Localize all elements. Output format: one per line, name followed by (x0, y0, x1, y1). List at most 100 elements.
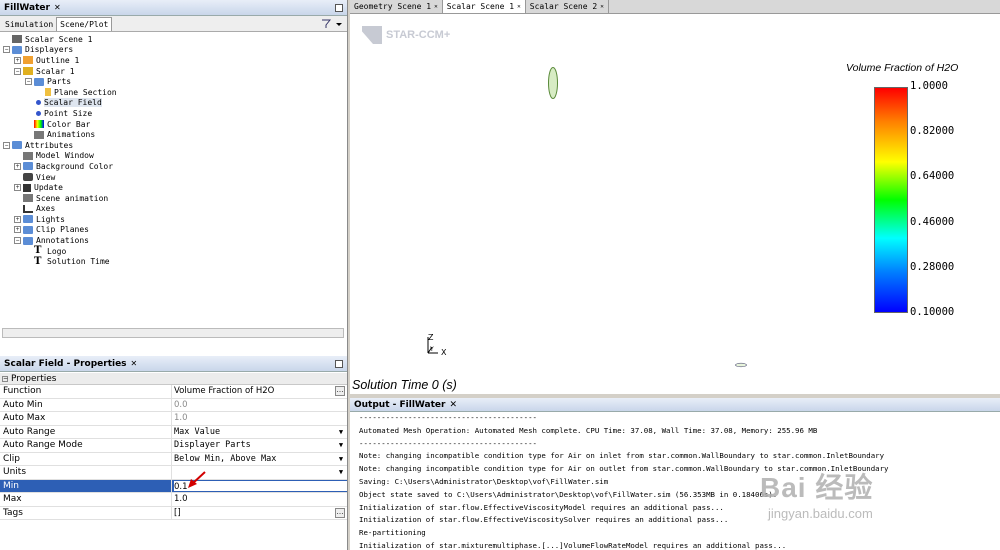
properties-section-label: Properties (11, 373, 57, 384)
tab-scene-plot[interactable]: Scene/Plot (56, 17, 113, 31)
close-icon[interactable]: ✕ (131, 359, 138, 368)
scalar-displayer-icon (23, 67, 33, 76)
property-value[interactable]: Max Value ▼ (172, 426, 347, 439)
tree-item[interactable]: Scalar Field (0, 98, 347, 109)
collapse-icon[interactable]: − (14, 67, 21, 75)
color-bar-tick-label: 0.10000 (910, 306, 955, 318)
scalar-scene-viewport[interactable]: STAR-CCM+ Volume Fraction of H2O 1.0000 0… (350, 14, 1000, 394)
scene-tab-label: Scalar Scene 2 (529, 2, 598, 11)
tree-item-label: Scalar 1 (36, 66, 75, 76)
tree-item[interactable]: + Outline 1 (0, 55, 347, 66)
tree-item[interactable]: Plane Section (0, 87, 347, 98)
expand-icon[interactable]: + (14, 184, 21, 192)
scene-tab[interactable]: Scalar Scene 1 ✕ (442, 0, 526, 13)
scene-tab-bar: Geometry Scene 1 ✕ Scalar Scene 1 ✕ Scalar S… (350, 0, 1000, 14)
property-value: 0.0 (172, 399, 347, 412)
collapse-icon[interactable]: − (3, 141, 10, 149)
color-bar (874, 87, 908, 313)
explorer-tabs: Simulation Scene/Plot (0, 16, 347, 32)
collapse-icon[interactable]: − (3, 46, 10, 54)
close-icon[interactable]: ✕ (434, 3, 438, 10)
tree-item[interactable]: − Attributes (0, 140, 347, 151)
property-row[interactable]: Tags[]… (0, 506, 347, 520)
displayer-icon (23, 56, 33, 65)
property-value[interactable]: Displayer Parts ▼ (172, 439, 347, 452)
expand-icon[interactable]: + (14, 226, 21, 234)
tree-item[interactable]: + Update (0, 182, 347, 193)
ellipsis-button[interactable]: … (335, 507, 345, 518)
tree-item[interactable]: Model Window (0, 151, 347, 162)
tree-item-label: Scalar Field (44, 98, 102, 108)
filter-icon[interactable] (321, 19, 331, 29)
tree-item[interactable]: View (0, 172, 347, 183)
chevron-down-icon[interactable]: ▼ (335, 453, 347, 466)
output-line: Automated Mesh Operation: Automated Mesh… (359, 425, 818, 435)
close-icon[interactable]: ✕ (600, 3, 604, 10)
properties-table: Function Volume Fraction of H2O … Auto Min 0… (0, 385, 347, 520)
expand-icon[interactable]: + (14, 215, 21, 223)
property-row[interactable]: Auto Min 0.0 (0, 398, 347, 412)
collapse-icon[interactable]: − (25, 78, 32, 86)
scene-icon (12, 35, 22, 44)
ellipsis-button[interactable]: … (335, 386, 345, 396)
tree-item-label: Logo (47, 246, 67, 256)
tree-item-label: Point Size (44, 108, 93, 118)
expand-icon[interactable]: + (14, 56, 21, 64)
camera-icon (23, 173, 33, 182)
tree-item-label: Axes (36, 204, 56, 214)
output-log[interactable]: ----------------------------------------… (350, 412, 1000, 550)
collapse-icon[interactable]: − (2, 375, 8, 382)
chevron-down-icon[interactable]: ▼ (335, 466, 347, 479)
legend-title: Volume Fraction of H2O (846, 62, 959, 74)
tree-item[interactable]: + Background Color (0, 161, 347, 172)
tree-item-label: Update (34, 183, 63, 193)
property-value-text: 1.0 (174, 413, 188, 423)
horizontal-scrollbar[interactable] (2, 328, 344, 338)
scene-tab[interactable]: Scalar Scene 2 ✕ (526, 0, 609, 13)
expand-icon[interactable]: + (14, 162, 21, 170)
close-icon[interactable]: ✕ (449, 400, 457, 410)
tree-item[interactable]: − Scalar 1 (0, 66, 347, 77)
chevron-down-icon[interactable] (335, 19, 343, 29)
tree-item[interactable]: + Clip Planes (0, 225, 347, 236)
chevron-down-icon[interactable]: ▼ (335, 439, 347, 452)
part-icon (45, 88, 51, 97)
fluid-droplet-bottom (735, 362, 747, 368)
property-row[interactable]: Auto Max 1.0 (0, 412, 347, 426)
property-value-text: Displayer Parts (174, 440, 251, 450)
minimize-button[interactable] (335, 3, 343, 12)
property-value[interactable]: []… (172, 507, 347, 520)
tree-item[interactable]: Point Size (0, 108, 347, 119)
close-icon[interactable]: ✕ (54, 3, 61, 12)
tree-item[interactable]: Animations (0, 129, 347, 140)
minimize-button[interactable] (335, 359, 343, 368)
tree-item[interactable]: − Parts (0, 76, 347, 87)
tab-simulation[interactable]: Simulation (2, 18, 56, 31)
chevron-down-icon[interactable]: ▼ (335, 426, 347, 439)
property-value[interactable]: 1.0 (172, 493, 347, 506)
property-value[interactable]: Volume Fraction of H2O… (172, 385, 347, 398)
tree-item[interactable]: Color Bar (0, 119, 347, 130)
tree-item[interactable]: − Annotations (0, 235, 347, 246)
scene-tab[interactable]: Geometry Scene 1 ✕ (350, 0, 443, 13)
property-row[interactable]: Function Volume Fraction of H2O… (0, 385, 347, 399)
property-row[interactable]: Auto Range Mode Displayer Parts ▼ (0, 439, 347, 453)
tree-item[interactable]: Scalar Scene 1 (0, 34, 347, 45)
collapse-icon[interactable]: − (14, 237, 21, 245)
tree-item[interactable]: Axes (0, 204, 347, 215)
property-row[interactable]: Max 1.0 (0, 493, 347, 507)
close-icon[interactable]: ✕ (517, 3, 521, 10)
property-value[interactable]: Below Min, Above Max ▼ (172, 453, 347, 466)
color-bar-tick-label: 0.46000 (910, 215, 955, 228)
tree-item[interactable]: Scene animation (0, 193, 347, 204)
property-row[interactable]: Clip Below Min, Above Max ▼ (0, 452, 347, 466)
property-row[interactable]: Auto Range Max Value ▼ (0, 425, 347, 439)
property-row[interactable]: Units ▼ (0, 466, 347, 480)
animation-icon (34, 130, 44, 139)
property-row[interactable]: Min 0.1 (0, 479, 347, 493)
tree-item[interactable]: T Solution Time (0, 256, 347, 267)
properties-section-header[interactable]: − Properties (0, 373, 347, 385)
tree-item[interactable]: − Displayers (0, 45, 347, 56)
tree-item[interactable]: + Lights (0, 214, 347, 225)
tree-item[interactable]: T Logo (0, 246, 347, 257)
